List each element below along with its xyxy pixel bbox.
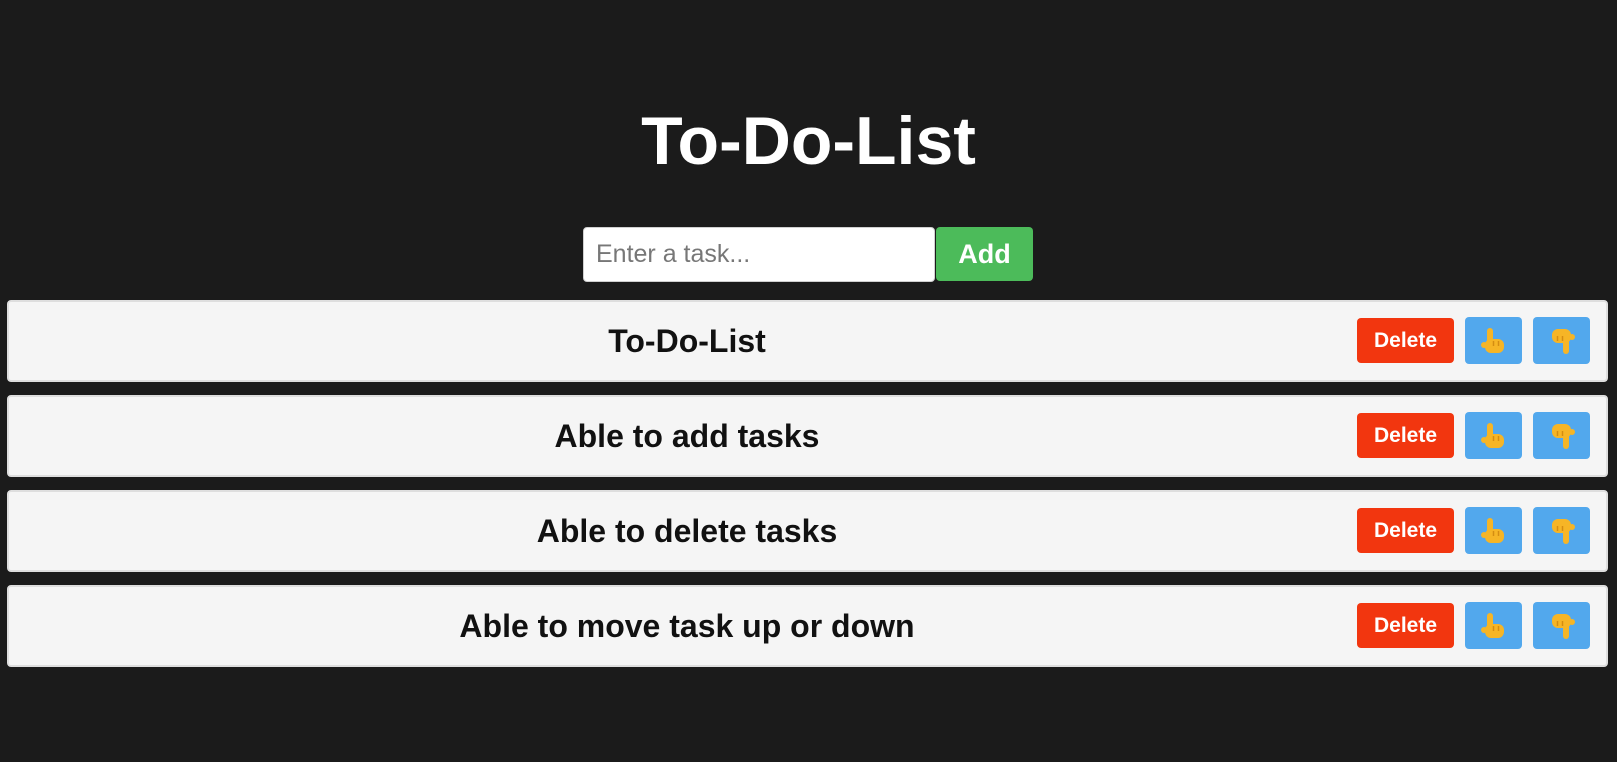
task-list: To-Do-List Delete Able to add tasks Dele… [7, 300, 1608, 680]
task-actions: Delete [1357, 317, 1590, 364]
hand-pointing-up-icon [1480, 517, 1504, 543]
hand-pointing-down-icon [1551, 423, 1575, 449]
task-item: Able to move task up or down Delete [7, 585, 1608, 667]
add-task-form: Add [583, 227, 1033, 282]
move-down-button[interactable] [1533, 507, 1590, 554]
task-actions: Delete [1357, 412, 1590, 459]
move-up-button[interactable] [1465, 602, 1522, 649]
task-text: Able to delete tasks [536, 513, 838, 549]
add-button[interactable]: Add [936, 227, 1033, 281]
hand-pointing-up-icon [1480, 327, 1504, 353]
task-text: To-Do-List [608, 323, 766, 359]
hand-pointing-up-icon [1480, 612, 1504, 638]
task-item: Able to delete tasks Delete [7, 490, 1608, 572]
hand-pointing-down-icon [1551, 328, 1575, 354]
move-up-button[interactable] [1465, 507, 1522, 554]
task-actions: Delete [1357, 602, 1590, 649]
hand-pointing-down-icon [1551, 613, 1575, 639]
move-down-button[interactable] [1533, 317, 1590, 364]
hand-pointing-up-icon [1480, 422, 1504, 448]
delete-button[interactable]: Delete [1357, 318, 1454, 363]
task-text: Able to add tasks [554, 418, 820, 454]
task-actions: Delete [1357, 507, 1590, 554]
move-down-button[interactable] [1533, 602, 1590, 649]
move-down-button[interactable] [1533, 412, 1590, 459]
delete-button[interactable]: Delete [1357, 603, 1454, 648]
task-text: Able to move task up or down [459, 608, 915, 644]
page-title: To-Do-List [641, 103, 976, 179]
task-item: Able to add tasks Delete [7, 395, 1608, 477]
delete-button[interactable]: Delete [1357, 413, 1454, 458]
task-input[interactable] [583, 227, 935, 282]
task-item: To-Do-List Delete [7, 300, 1608, 382]
hand-pointing-down-icon [1551, 518, 1575, 544]
delete-button[interactable]: Delete [1357, 508, 1454, 553]
move-up-button[interactable] [1465, 412, 1522, 459]
move-up-button[interactable] [1465, 317, 1522, 364]
